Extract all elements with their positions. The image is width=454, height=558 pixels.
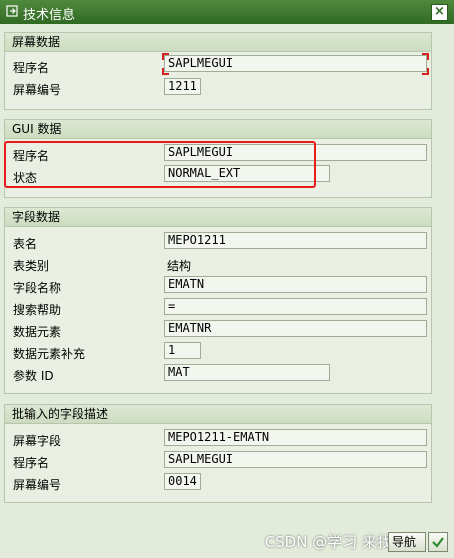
focus-corner: [162, 53, 169, 60]
program-name-field[interactable]: SAPLMEGUI: [164, 55, 427, 72]
batch-program-name-label: 程序名: [13, 456, 50, 470]
search-help-label: 搜索帮助: [13, 303, 62, 317]
info-window-icon: [6, 5, 18, 17]
screen-number-field[interactable]: 1211: [164, 78, 201, 95]
highlight-rectangle: [4, 141, 316, 188]
screen-data-title: 屏幕数据: [5, 33, 431, 52]
field-name-field[interactable]: EMATN: [164, 276, 427, 293]
window-titlebar: 技术信息 ×: [0, 0, 454, 24]
field-name-label: 字段名称: [13, 281, 62, 295]
batch-input-title: 批输入的字段描述: [5, 405, 431, 424]
data-element-field[interactable]: EMATNR: [164, 320, 427, 337]
table-type-label: 表类别: [13, 259, 50, 273]
program-name-label: 程序名: [13, 61, 50, 75]
gui-data-title: GUI 数据: [5, 120, 431, 139]
data-element-supplement-label: 数据元素补充: [13, 347, 86, 361]
data-element-supplement-field[interactable]: 1: [164, 342, 201, 359]
navigation-button[interactable]: 导航: [388, 532, 426, 552]
data-element-label: 数据元素: [13, 325, 62, 339]
parameter-id-field[interactable]: MAT: [164, 364, 330, 381]
field-data-group: 字段数据 表名 MEPO1211 表类别 结构 字段名称 EMATN 搜索帮助 …: [4, 207, 432, 394]
focus-corner: [162, 68, 169, 75]
check-icon: [432, 537, 444, 548]
screen-field-field[interactable]: MEPO1211-EMATN: [164, 429, 427, 446]
search-help-field[interactable]: =: [164, 298, 427, 315]
focus-corner: [422, 53, 429, 60]
table-type-value: 结构: [167, 259, 192, 273]
batch-screen-number-label: 屏幕编号: [13, 478, 62, 492]
table-name-field[interactable]: MEPO1211: [164, 232, 427, 249]
table-name-label: 表名: [13, 237, 38, 251]
confirm-button[interactable]: [428, 532, 448, 552]
screen-data-group: 屏幕数据 程序名 SAPLMEGUI 屏幕编号 1211: [4, 32, 432, 110]
screen-field-label: 屏幕字段: [13, 434, 62, 448]
close-icon[interactable]: ×: [431, 4, 448, 21]
parameter-id-label: 参数 ID: [13, 369, 54, 383]
batch-program-name-field[interactable]: SAPLMEGUI: [164, 451, 427, 468]
batch-screen-number-field[interactable]: 0014: [164, 473, 201, 490]
batch-input-group: 批输入的字段描述 屏幕字段 MEPO1211-EMATN 程序名 SAPLMEG…: [4, 404, 432, 503]
navigation-button-label: 导航: [392, 535, 417, 549]
screen-number-label: 屏幕编号: [13, 83, 62, 97]
window-title: 技术信息: [23, 8, 76, 23]
field-data-title: 字段数据: [5, 208, 431, 227]
focus-corner: [422, 68, 429, 75]
